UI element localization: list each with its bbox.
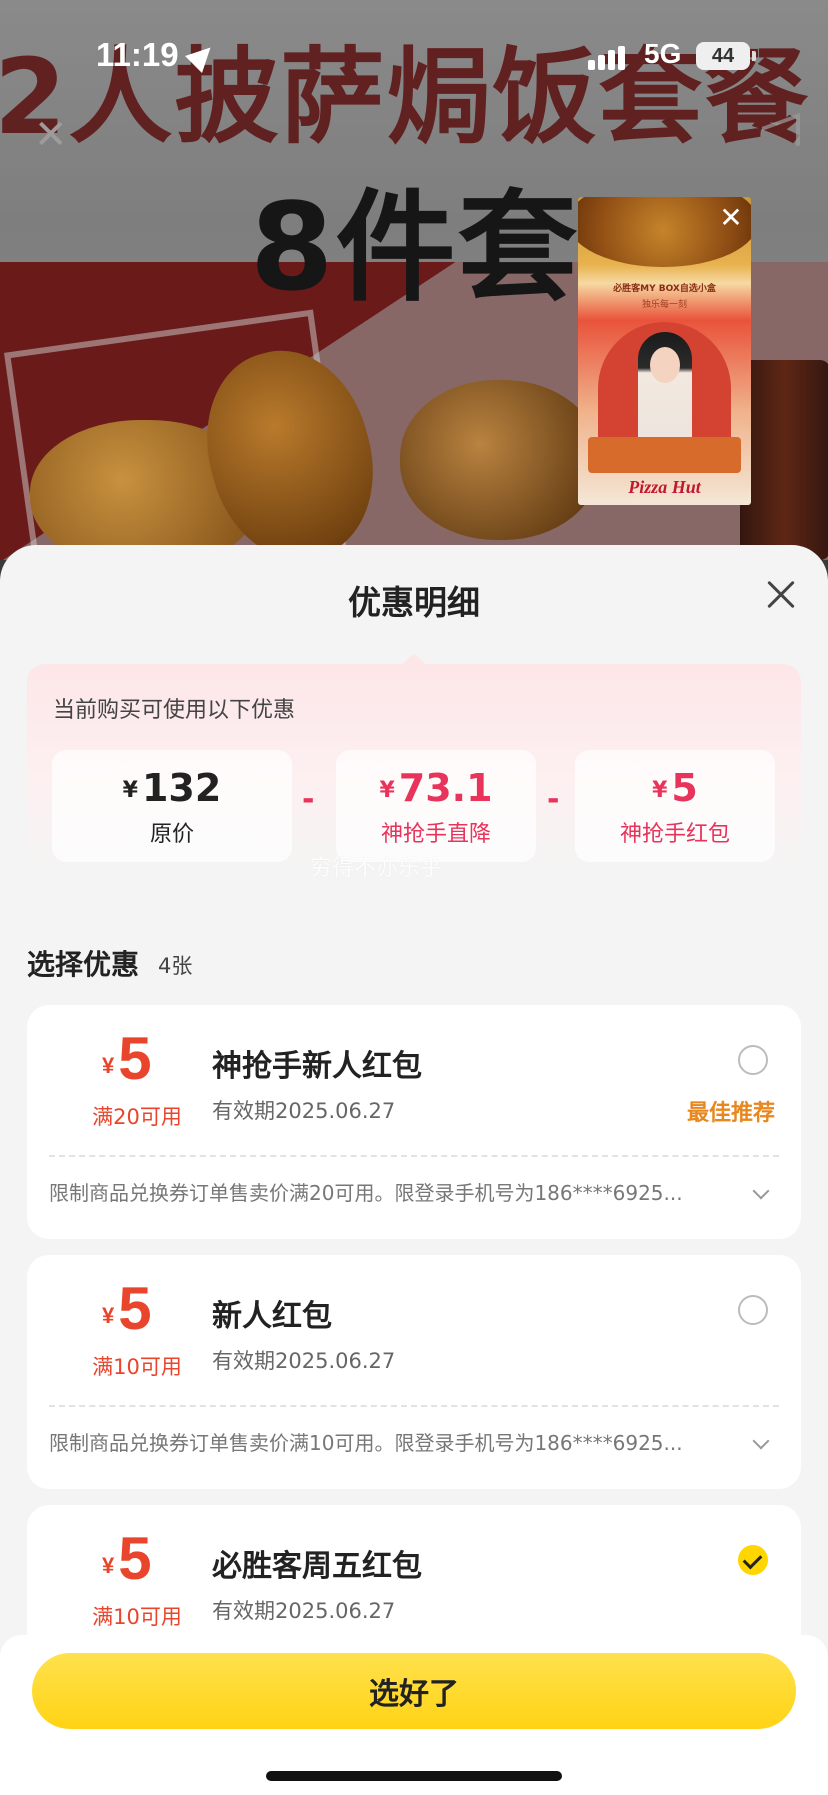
coupon-description: 限制商品兑换券订单售卖价满20可用。限登录手机号为186****6925... [49,1181,683,1205]
currency-symbol: ¥ [379,778,395,803]
sheet-close-icon[interactable] [766,579,796,609]
video-subline: 独乐每一刻 [641,300,687,310]
coupon-radio-checked[interactable] [738,1545,768,1575]
chevron-down-icon[interactable] [752,1432,770,1450]
original-price-caption: 原价 [149,822,194,847]
choose-discount-heading: 选择优惠 [27,948,140,981]
video-headline: 必胜客MY BOX自选小盒 [613,284,716,294]
currency-symbol: ¥ [102,1303,115,1328]
original-price-box: ¥132 原价 [52,750,292,862]
minus-sign: - [302,782,315,817]
currency-symbol: ¥ [122,778,138,803]
coupon-value: 5 [118,1025,152,1092]
coupon-radio[interactable] [738,1045,768,1075]
confirm-button[interactable]: 选好了 [32,1653,796,1729]
best-recommend-tag: 最佳推荐 [687,1101,776,1126]
network-type: 5G [644,38,682,69]
home-indicator [266,1771,562,1781]
minus-sign: - [547,782,560,817]
discount-detail-sheet: 优惠明细 当前购买可使用以下优惠 ¥132 原价 - ¥73.1 神抢手直降 -… [0,545,828,1795]
currency-symbol: ¥ [652,778,668,803]
status-bar: 11:19 5G 44 [0,0,828,110]
coupon-count: 4张 [158,954,193,978]
close-icon[interactable]: ✕ [34,112,68,158]
direct-discount-amount: 73.1 [398,766,493,810]
sheet-title: 优惠明细 [348,583,480,622]
coupon-validity: 有效期2025.06.27 [212,1349,396,1373]
chevron-down-icon[interactable] [752,1182,770,1200]
coupon-title: 必胜客周五红包 [212,1549,422,1584]
battery-icon: 44 [696,42,750,70]
battery-level: 44 [711,45,735,67]
coupon-card[interactable]: ¥5 满10可用 新人红包 有效期2025.06.27 限制商品兑换券订单售卖价… [27,1255,801,1489]
coupon-title: 神抢手新人红包 [212,1049,422,1084]
status-time: 11:19 [96,36,179,73]
dashed-divider [49,1155,779,1157]
direct-discount-caption: 神抢手直降 [380,822,491,847]
coupon-validity: 有效期2025.06.27 [212,1599,396,1623]
coupon-title: 新人红包 [212,1299,332,1334]
location-arrow-icon [185,39,219,73]
promo-drink [740,360,828,560]
currency-symbol: ¥ [102,1053,115,1078]
coupon-condition: 满10可用 [92,1355,182,1379]
battery-nub [752,51,756,61]
coupon-validity: 有效期2025.06.27 [212,1099,396,1123]
video-pizza-boxes [588,437,741,473]
coupon-amount: ¥5 [102,1279,152,1346]
coupon-amount: ¥5 [102,1029,152,1096]
promo-headline-2: 8件套 [250,179,580,318]
coupon-card[interactable]: ¥5 满20可用 神抢手新人红包 有效期2025.06.27 最佳推荐 限制商品… [27,1005,801,1239]
coupon-description: 限制商品兑换券订单售卖价满10可用。限登录手机号为186****6925... [49,1431,683,1455]
coupon-condition: 满20可用 [92,1105,182,1129]
original-price: 132 [141,766,222,810]
direct-discount-box: ¥73.1 神抢手直降 [336,750,536,862]
video-close-icon[interactable]: ✕ [716,203,746,233]
coupon-value: 5 [118,1275,152,1342]
currency-symbol: ¥ [102,1553,115,1578]
discount-summary: 当前购买可使用以下优惠 ¥132 原价 - ¥73.1 神抢手直降 - ¥5 神… [27,664,801,874]
red-packet-amount: 5 [671,766,698,810]
promo-food [400,380,600,540]
floating-video-ad[interactable]: 必胜客MY BOX自选小盒 独乐每一刻 Pizza Hut ✕ [578,197,751,505]
video-brand-logo: Pizza Hut [628,477,701,497]
summary-label: 当前购买可使用以下优惠 [53,698,296,723]
red-packet-box: ¥5 神抢手红包 [575,750,775,862]
dashed-divider [49,1405,779,1407]
red-packet-caption: 神抢手红包 [619,822,730,847]
signal-icon [588,46,628,70]
watermark-text: 穷得不亦乐乎 [310,856,443,881]
video-presenter-face [650,347,680,383]
coupon-condition: 满10可用 [92,1605,182,1629]
coupon-amount: ¥5 [102,1529,152,1596]
coupon-radio[interactable] [738,1295,768,1325]
coupon-value: 5 [118,1525,152,1592]
